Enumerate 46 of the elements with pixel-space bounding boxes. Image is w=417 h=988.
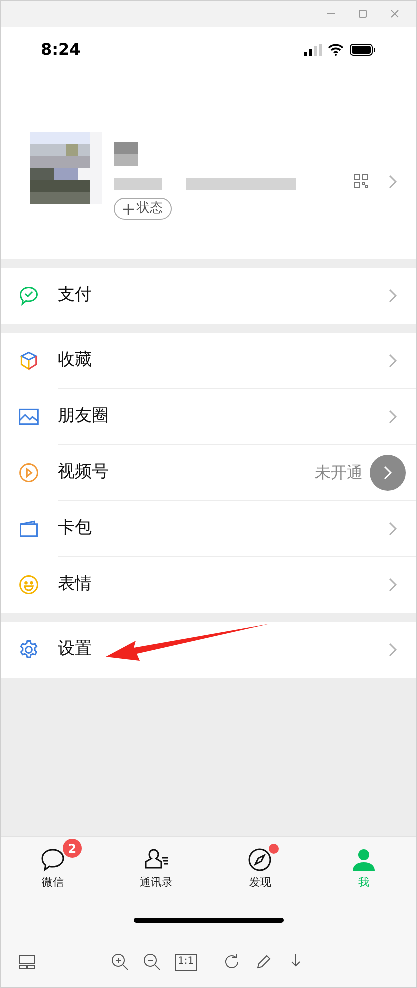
- chevron-icon: [389, 289, 398, 303]
- maximize-icon[interactable]: [358, 9, 368, 19]
- close-icon[interactable]: [390, 9, 400, 19]
- chevron-icon: [389, 522, 398, 536]
- tab[interactable]: 2 微信: [1, 837, 105, 903]
- menu-label: 设置: [58, 638, 92, 662]
- status-button[interactable]: 状态: [114, 198, 172, 220]
- menu-label: 表情: [58, 573, 92, 596]
- wallet-icon: [18, 518, 40, 540]
- chevron-icon: [384, 466, 392, 480]
- chat-bubble-icon: [40, 847, 66, 873]
- layout-icon[interactable]: [19, 955, 35, 969]
- signal-icon: [304, 44, 322, 56]
- cube-icon: [18, 350, 40, 372]
- floating-button[interactable]: [370, 455, 406, 491]
- status-time: 8:24: [41, 39, 81, 61]
- tab[interactable]: 发现: [208, 837, 312, 903]
- play-circle-icon: [18, 462, 40, 484]
- menu-value: 未开通: [315, 462, 363, 484]
- person-icon: [351, 847, 378, 873]
- chevron-icon: [389, 643, 398, 657]
- unread-badge: 2: [62, 839, 82, 858]
- chevron-icon: [389, 410, 398, 424]
- menu-label: 收藏: [58, 348, 92, 372]
- chevron-icon: [389, 578, 398, 592]
- smiley-icon: [18, 574, 40, 596]
- menu-label: 支付: [58, 284, 92, 308]
- rotate-icon[interactable]: [223, 953, 242, 971]
- wifi-icon: [328, 44, 344, 56]
- chevron-icon: [389, 174, 398, 188]
- pencil-icon[interactable]: [255, 953, 274, 971]
- menu-label: 卡包: [58, 516, 92, 540]
- qr-code-icon[interactable]: [354, 174, 369, 189]
- landscape-icon: [18, 406, 40, 428]
- settings-icon: [18, 639, 40, 661]
- compass-icon: [247, 847, 274, 873]
- zoom-out-icon[interactable]: [143, 953, 161, 971]
- menu-label: 朋友圈: [58, 404, 109, 428]
- speech-check-icon: [18, 285, 40, 307]
- battery-icon: [350, 44, 376, 56]
- chevron-icon: [389, 354, 398, 368]
- menu-label: 视频号: [58, 460, 109, 484]
- plus-icon: [123, 204, 134, 214]
- actual-size-button[interactable]: 1:1: [175, 954, 198, 970]
- tab[interactable]: 通讯录: [104, 837, 208, 903]
- zoom-in-icon[interactable]: [111, 953, 129, 971]
